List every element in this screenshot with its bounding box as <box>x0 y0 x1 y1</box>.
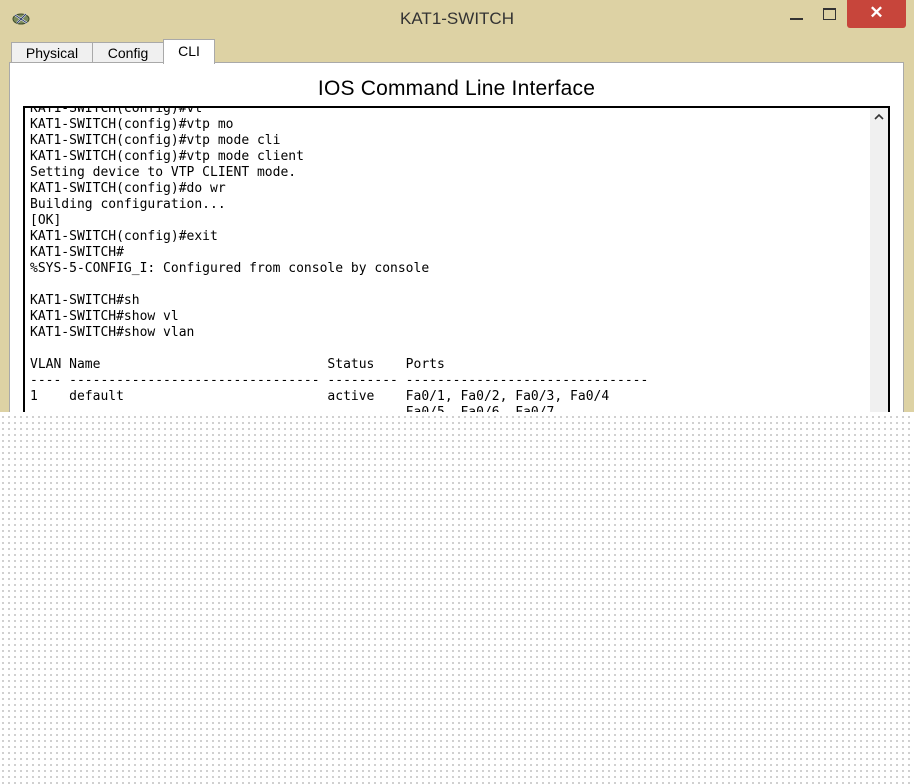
window-title: KAT1-SWITCH <box>400 9 514 28</box>
chevron-up-icon[interactable] <box>873 111 885 123</box>
terminal-line: Building configuration... <box>30 197 226 212</box>
panel-title: IOS Command Line Interface <box>317 77 596 100</box>
maximize-icon <box>823 8 836 20</box>
tab-physical[interactable]: Physical <box>11 42 93 63</box>
close-icon: ✕ <box>869 3 884 22</box>
terminal-line: KAT1-SWITCH#sh <box>30 293 140 308</box>
terminal-line: Fa0/5, Fa0/6, Fa0/7 <box>30 405 555 412</box>
terminal-line: VLAN Name Status Ports <box>30 357 445 372</box>
tab-cli[interactable]: CLI <box>163 39 215 64</box>
tab-config[interactable]: Config <box>92 42 164 63</box>
terminal-line: 1 default active Fa0/1, Fa0/2, Fa0/3, Fa… <box>30 389 610 404</box>
terminal-line: ---- -------------------------------- --… <box>30 373 649 388</box>
minimize-button[interactable] <box>780 0 814 28</box>
terminal-line: KAT1-SWITCH#show vlan <box>30 325 195 340</box>
terminal-line: Setting device to VTP CLIENT mode. <box>30 165 297 180</box>
terminal-line: %SYS-5-CONFIG_I: Configured from console… <box>30 261 430 276</box>
terminal-scrollbar[interactable] <box>870 108 888 412</box>
cli-window: KAT1-SWITCH ✕ Physical Config CLI IOS Co… <box>0 0 914 412</box>
terminal-line: KAT1-SWITCH(config)#vt <box>30 106 203 116</box>
terminal-line: KAT1-SWITCH# <box>30 245 124 260</box>
terminal-line: KAT1-SWITCH(config)#vtp mode cli <box>30 133 281 148</box>
cli-panel: IOS Command Line Interface KAT1-SWITCH(c… <box>9 62 904 412</box>
close-button[interactable]: ✕ <box>847 0 906 28</box>
terminal-line: KAT1-SWITCH(config)#vtp mode client <box>30 149 304 164</box>
cli-terminal[interactable]: KAT1-SWITCH(config)#vt KAT1-SWITCH(confi… <box>23 106 890 412</box>
terminal-output[interactable]: KAT1-SWITCH(config)#vt KAT1-SWITCH(confi… <box>30 106 649 412</box>
terminal-line: [OK] <box>30 213 62 228</box>
terminal-line: KAT1-SWITCH#show vl <box>30 309 179 324</box>
maximize-button[interactable] <box>813 0 847 28</box>
terminal-line: KAT1-SWITCH(config)#do wr <box>30 181 226 196</box>
terminal-line: KAT1-SWITCH(config)#exit <box>30 229 218 244</box>
terminal-line: KAT1-SWITCH(config)#vtp mo <box>30 117 234 132</box>
minimize-icon <box>790 18 803 20</box>
title-bar[interactable]: KAT1-SWITCH ✕ <box>0 0 914 38</box>
